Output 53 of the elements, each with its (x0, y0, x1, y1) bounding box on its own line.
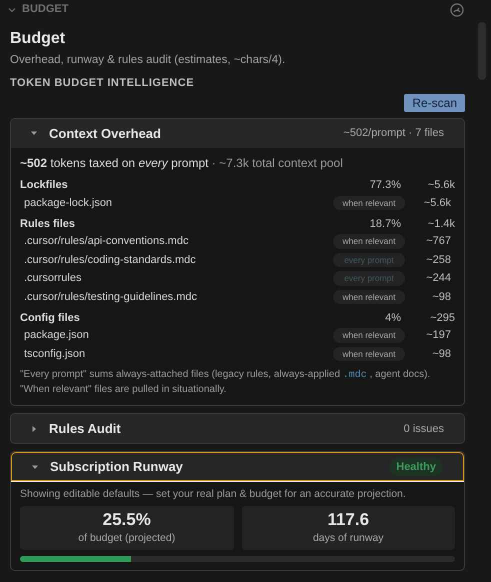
stat-label: of budget (projected) (78, 531, 176, 546)
file-path: .cursor/rules/coding-standards.mdc (24, 252, 197, 268)
stat-label: days of runway (312, 531, 384, 546)
file-tokens: ~98 (431, 346, 452, 362)
file-path: package.json (24, 328, 90, 344)
group-share: 4% (385, 310, 401, 326)
group-share: 77.3% (370, 178, 401, 193)
group-tokens: ~1.4k (426, 216, 455, 232)
file-tokens: ~258 (425, 252, 452, 268)
rescan-button[interactable]: Re-scan (404, 94, 465, 112)
group-tokens: ~5.6k (426, 178, 455, 193)
overhead-note: "Every prompt" sums always-attached files (legacy rules, always-applied .mdc , agent docs). "When relevant" files are pulled in situationally. (20, 368, 432, 398)
group-share: 18.7% (370, 216, 401, 232)
section-header[interactable]: Context Overhead ~502/prompt · 7 files (11, 118, 464, 148)
scope-badge: when relevant (333, 328, 405, 343)
section-header[interactable]: Rules Audit 0 issues (11, 414, 464, 444)
file-path: .cursor/rules/testing-guidelines.mdc (24, 290, 198, 305)
caret-icon (31, 426, 37, 432)
status-badge: Healthy (389, 458, 443, 476)
file-tokens: ~5.6k (422, 196, 452, 211)
file-path: .cursorrules (24, 271, 82, 286)
file-tokens: ~767 (425, 234, 452, 250)
page-title: Budget (10, 29, 66, 49)
group-tokens: ~295 (429, 310, 455, 326)
section-summary: ~502/prompt · 7 files (343, 126, 444, 141)
stat-value: 25.5% (102, 509, 151, 531)
scope-badge: when relevant (333, 346, 405, 362)
group-name: Config files (20, 310, 81, 326)
file-path: package-lock.json (24, 196, 114, 211)
group-name: Lockfiles (20, 178, 69, 193)
stat-value: 117.6 (327, 509, 370, 531)
caret-icon (31, 130, 37, 136)
file-path: .cursor/rules/api-conventions.mdc (24, 234, 190, 250)
page-subtitle: Overhead, runway & rules audit (estimates, ~chars/4). (10, 53, 286, 68)
section-heading: TOKEN BUDGET INTELLIGENCE (10, 76, 196, 92)
panel-header[interactable]: BUDGET (22, 1, 444, 18)
file-path: tsconfig.json (24, 346, 86, 362)
section-header[interactable]: Subscription Runway Healthy (11, 452, 464, 482)
caret-icon (32, 464, 38, 470)
runway-note: Showing editable defaults — set your real plan & budget for an accurate projection. (20, 487, 407, 502)
scope-badge: every prompt (333, 252, 405, 268)
file-tokens: ~98 (431, 290, 452, 305)
chevron-icon[interactable] (8, 6, 16, 14)
overhead-headline: ~502 tokens taxed on every prompt · ~7.3k total context pool (20, 154, 344, 172)
file-tokens: ~197 (425, 328, 452, 344)
scope-badge: every prompt (333, 271, 405, 286)
group-name: Rules files (20, 216, 76, 232)
scope-badge: when relevant (333, 234, 405, 249)
scope-badge: when relevant (333, 196, 405, 210)
section-summary: 0 issues (404, 422, 444, 436)
file-tokens: ~244 (425, 271, 452, 286)
scope-badge: when relevant (333, 290, 405, 304)
gauge-icon[interactable] (450, 2, 464, 16)
